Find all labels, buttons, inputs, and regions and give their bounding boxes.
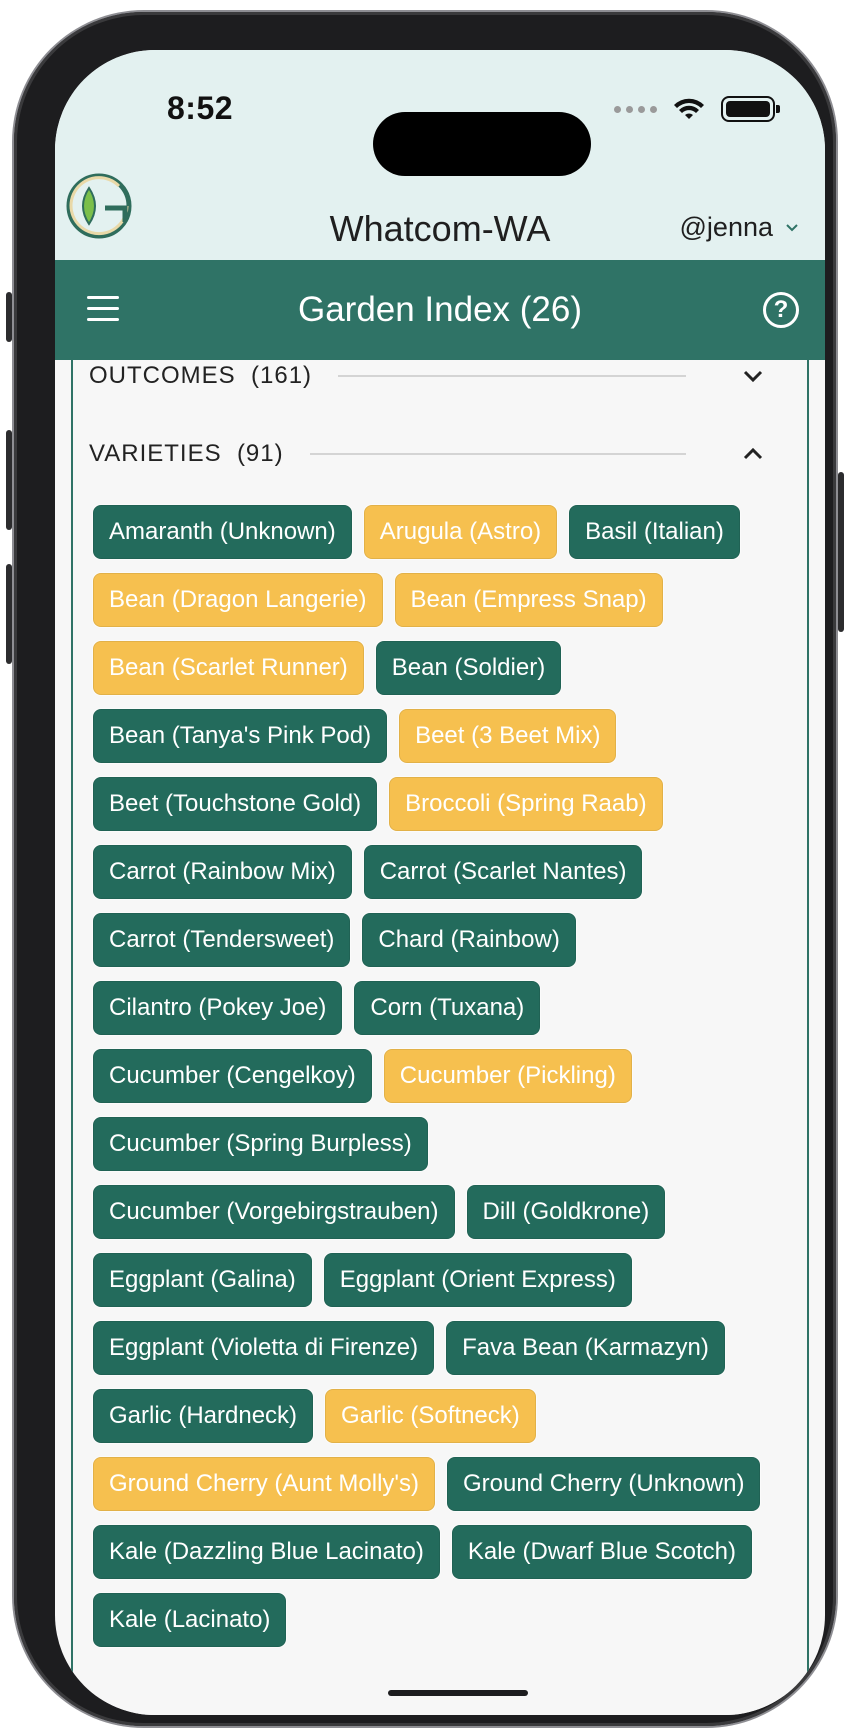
variety-chip[interactable]: Ground Cherry (Aunt Molly's) (93, 1457, 436, 1511)
chevron-up-icon[interactable] (741, 442, 765, 466)
username: @jenna (679, 212, 773, 242)
variety-chip[interactable]: Eggplant (Violetta di Firenze) (93, 1321, 435, 1375)
variety-chip[interactable]: Carrot (Rainbow Mix) (93, 845, 352, 899)
variety-chip[interactable]: Garlic (Softneck) (325, 1389, 536, 1443)
wifi-icon (674, 98, 704, 119)
varieties-chip-list: Amaranth (Unknown) Arugula (Astro) Basil (… (93, 505, 773, 1647)
section-divider (309, 453, 686, 455)
variety-chip[interactable]: Bean (Soldier) (375, 641, 562, 695)
variety-chip[interactable]: Chard (Rainbow) (362, 913, 576, 967)
variety-chip[interactable]: Eggplant (Galina) (93, 1253, 312, 1307)
dynamic-island (373, 112, 591, 176)
variety-chip[interactable]: Kale (Dwarf Blue Scotch) (451, 1525, 752, 1579)
variety-chip[interactable]: Dill (Goldkrone) (466, 1185, 666, 1239)
help-icon[interactable]: ? (763, 292, 799, 328)
variety-chip[interactable]: Cilantro (Pokey Joe) (93, 981, 343, 1035)
variety-chip[interactable]: Carrot (Tendersweet) (93, 913, 351, 967)
section-divider (338, 375, 686, 377)
signal-dots-icon (614, 105, 657, 113)
variety-chip[interactable]: Eggplant (Orient Express) (323, 1253, 632, 1307)
section-header-outcomes[interactable]: OUTCOMES (161) (89, 362, 781, 390)
user-menu[interactable]: @jenna (680, 212, 799, 243)
power-button (838, 472, 844, 632)
content-panel: OUTCOMES (161) VARIETIES (91) Amaranth (… (71, 360, 809, 1715)
variety-chip[interactable]: Bean (Scarlet Runner) (93, 641, 364, 695)
volume-down-button (6, 564, 12, 664)
variety-chip[interactable]: Cucumber (Vorgebirgstrauben) (93, 1185, 455, 1239)
variety-chip[interactable]: Cucumber (Spring Burpless) (93, 1117, 428, 1171)
section-header-varieties[interactable]: VARIETIES (91) (89, 440, 781, 468)
variety-chip[interactable]: Bean (Tanya's Pink Pod) (93, 709, 388, 763)
variety-chip[interactable]: Amaranth (Unknown) (93, 505, 352, 559)
chevron-down-icon (786, 223, 798, 231)
variety-chip[interactable]: Kale (Lacinato) (93, 1593, 287, 1647)
variety-chip[interactable]: Bean (Dragon Langerie) (93, 573, 383, 627)
phone-frame: 8:52 Whatcom-WA @jenna Garden Index (26)… (6, 12, 844, 1726)
variety-chip[interactable]: Basil (Italian) (569, 505, 740, 559)
chevron-down-icon[interactable] (741, 364, 765, 388)
home-indicator (388, 1690, 528, 1696)
variety-chip[interactable]: Fava Bean (Karmazyn) (446, 1321, 725, 1375)
battery-icon (721, 96, 780, 122)
page-title: Garden Index (26) (297, 290, 583, 329)
variety-chip[interactable]: Cucumber (Cengelkoy) (93, 1049, 372, 1103)
status-icons (614, 96, 780, 122)
volume-up-button (6, 430, 12, 530)
variety-chip[interactable]: Bean (Empress Snap) (394, 573, 663, 627)
variety-chip[interactable]: Carrot (Scarlet Nantes) (363, 845, 643, 899)
hamburger-menu-icon[interactable] (87, 296, 119, 324)
phone-screen: 8:52 Whatcom-WA @jenna Garden Index (26)… (55, 50, 825, 1715)
variety-chip[interactable]: Broccoli (Spring Raab) (389, 777, 663, 831)
variety-chip[interactable]: Beet (Touchstone Gold) (93, 777, 378, 831)
variety-chip[interactable]: Corn (Tuxana) (354, 981, 541, 1035)
variety-chip[interactable]: Arugula (Astro) (363, 505, 558, 559)
outcomes-label: OUTCOMES (161) (89, 362, 313, 389)
variety-chip[interactable]: Beet (3 Beet Mix) (399, 709, 617, 763)
variety-chip[interactable]: Cucumber (Pickling) (383, 1049, 632, 1103)
variety-chip[interactable]: Garlic (Hardneck) (93, 1389, 314, 1443)
status-time: 8:52 (167, 90, 234, 126)
variety-chip[interactable]: Kale (Dazzling Blue Lacinato) (93, 1525, 440, 1579)
app-bar: Garden Index (26) ? (55, 260, 825, 360)
action-button (6, 292, 12, 342)
variety-chip[interactable]: Ground Cherry (Unknown) (447, 1457, 761, 1511)
varieties-label: VARIETIES (91) (89, 440, 284, 467)
